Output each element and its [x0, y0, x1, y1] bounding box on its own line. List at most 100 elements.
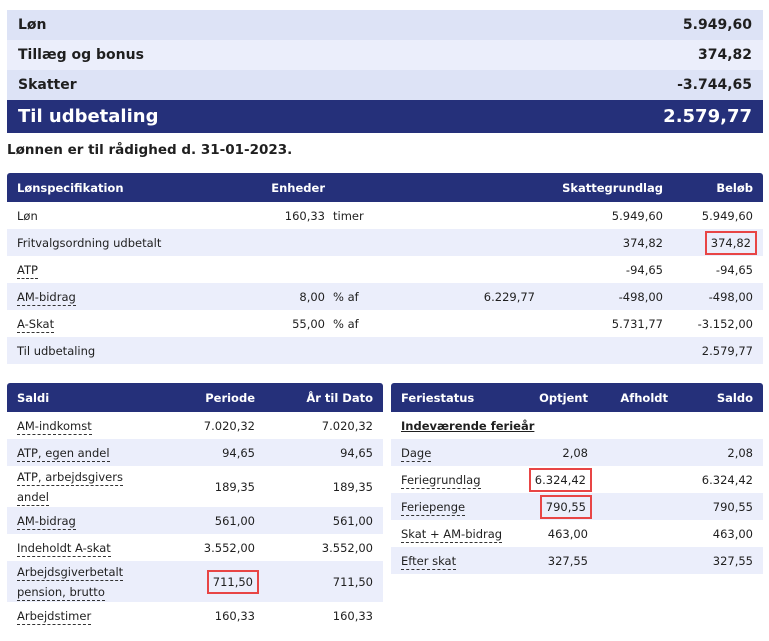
col-header: Periode — [205, 390, 255, 405]
balance: 327,55 — [712, 553, 753, 568]
summary-total-value: 2.579,77 — [663, 106, 752, 127]
col-header: Afholdt — [620, 390, 668, 405]
section-title-cell: Indeværende ferieår — [391, 419, 544, 433]
row-label-link[interactable]: Arbejdsgiverbetalt pension, brutto — [17, 564, 124, 601]
year-to-date: 711,50 — [332, 574, 373, 589]
row-label: Fritvalgsordning udbetalt — [17, 235, 162, 250]
row-label-cell: ATP — [7, 262, 207, 279]
col-header: Feriestatus — [401, 390, 475, 405]
table-row: Efter skat 327,55 327,55 — [391, 547, 763, 574]
period: 561,00 — [214, 513, 255, 528]
tax-base: -94,65 — [625, 262, 663, 277]
row-label-link[interactable]: AM-indkomst — [17, 418, 92, 435]
table-row: Feriepenge 790,55 790,55 — [391, 493, 763, 520]
row-label-link[interactable]: AM-bidrag — [17, 513, 76, 530]
col-header: Lønspecifikation — [17, 180, 124, 195]
row-label-cell: Efter skat — [391, 553, 516, 570]
row-label-cell: Feriepenge — [391, 499, 516, 516]
row-label-link[interactable]: ATP, egen andel — [17, 445, 110, 462]
tax-base: 5.731,77 — [611, 316, 663, 331]
units: 55,00 — [292, 316, 325, 331]
row-label-cell: ATP, egen andel — [7, 445, 147, 462]
row-label-link[interactable]: ATP, arbejdsgivers andel — [17, 469, 123, 506]
period: 7.020,32 — [203, 418, 255, 433]
row-label-link[interactable]: Skat + AM-bidrag — [401, 526, 503, 543]
row-label-cell: Arbejdstimer — [7, 608, 147, 625]
highlighted-earned: 790,55 — [539, 494, 593, 519]
row-label-cell: A-Skat — [7, 316, 207, 333]
row-label-cell: Indeholdt A-skat — [7, 540, 147, 557]
summary-row-salary: Løn 5.949,60 — [7, 10, 763, 40]
balance: 2,08 — [727, 445, 753, 460]
table-row: Feriegrundlag 6.324,42 6.324,42 — [391, 466, 763, 493]
summary-total-label: Til udbetaling — [18, 106, 159, 127]
row-label-cell: AM-bidrag — [7, 289, 207, 306]
table-header: Lønspecifikation Enheder Skattegrundlag … — [7, 173, 763, 202]
base: 6.229,77 — [483, 289, 535, 304]
balances-table: Saldi Periode År til Dato AM-indkomst 7.… — [7, 383, 383, 629]
col-header: Skattegrundlag — [562, 180, 663, 195]
earned: 327,55 — [547, 553, 588, 568]
row-label-cell: AM-bidrag — [7, 513, 147, 530]
table-row: AM-indkomst 7.020,32 7.020,32 — [7, 412, 383, 439]
summary-total: Til udbetaling 2.579,77 — [7, 100, 763, 133]
row-label-cell: Arbejdsgiverbetalt pension, brutto — [7, 562, 147, 602]
row-label-link[interactable]: A-Skat — [17, 316, 55, 333]
period-cell: 711,50 — [147, 569, 265, 594]
year-to-date: 561,00 — [332, 513, 373, 528]
col-header: Beløb — [716, 180, 753, 195]
section-row: Indeværende ferieår — [391, 412, 763, 439]
summary-value: -3.744,65 — [677, 77, 752, 93]
earned-cell: 790,55 — [516, 494, 598, 519]
row-label-link[interactable]: Feriegrundlag — [401, 472, 481, 489]
units: 160,33 — [284, 208, 325, 223]
tax-base: 374,82 — [622, 235, 663, 250]
row-label-link[interactable]: Feriepenge — [401, 499, 466, 516]
row-label-link[interactable]: AM-bidrag — [17, 289, 76, 306]
highlighted-period: 711,50 — [206, 569, 260, 594]
row-label-cell: Skat + AM-bidrag — [391, 526, 516, 543]
payslip-spec-table: Lønspecifikation Enheder Skattegrundlag … — [7, 173, 763, 364]
unit: timer — [333, 208, 364, 223]
units: 8,00 — [299, 289, 325, 304]
row-label: Til udbetaling — [17, 343, 96, 358]
table-row: AM-bidrag 561,00 561,00 — [7, 507, 383, 534]
balance: 463,00 — [712, 526, 753, 541]
table-row: Fritvalgsordning udbetalt 374,82 374,82 — [7, 229, 763, 256]
row-label-cell: ATP, arbejdsgivers andel — [7, 467, 147, 507]
table-row: Arbejdstimer 160,33 160,33 — [7, 602, 383, 629]
summary-row-bonus: Tillæg og bonus 374,82 — [7, 40, 763, 70]
row-label-link[interactable]: Arbejdstimer — [17, 608, 92, 625]
earned: 2,08 — [562, 445, 588, 460]
payout-summary: Løn 5.949,60 Tillæg og bonus 374,82 Skat… — [7, 10, 763, 133]
balance: 6.324,42 — [701, 472, 753, 487]
period: 94,65 — [222, 445, 255, 460]
table-row: ATP -94,65 -94,65 — [7, 256, 763, 283]
period: 3.552,00 — [203, 540, 255, 555]
summary-value: 374,82 — [697, 47, 752, 63]
row-label-link[interactable]: Dage — [401, 445, 432, 462]
table-row: ATP, arbejdsgivers andel 189,35 189,35 — [7, 466, 383, 507]
period: 160,33 — [214, 608, 255, 623]
balance: 790,55 — [712, 499, 753, 514]
summary-label: Tillæg og bonus — [18, 47, 144, 63]
table-row: Indeholdt A-skat 3.552,00 3.552,00 — [7, 534, 383, 561]
col-header: Saldi — [17, 390, 50, 405]
year-to-date: 7.020,32 — [321, 418, 373, 433]
year-to-date: 160,33 — [332, 608, 373, 623]
table-row: Skat + AM-bidrag 463,00 463,00 — [391, 520, 763, 547]
earned-cell: 6.324,42 — [516, 467, 598, 492]
table-row: A-Skat 55,00 % af 5.731,77 -3.152,00 — [7, 310, 763, 337]
summary-label: Løn — [18, 17, 47, 33]
table-row: Løn 160,33 timer 5.949,60 5.949,60 — [7, 202, 763, 229]
summary-value: 5.949,60 — [682, 17, 752, 33]
table-header: Feriestatus Optjent Afholdt Saldo — [391, 383, 763, 412]
col-header: År til Dato — [306, 390, 373, 405]
tax-base: -498,00 — [618, 289, 663, 304]
table-row: AM-bidrag 8,00 % af 6.229,77 -498,00 -49… — [7, 283, 763, 310]
highlighted-amount: 374,82 — [704, 230, 758, 255]
row-label-link[interactable]: Efter skat — [401, 553, 457, 570]
row-label: Løn — [17, 208, 38, 223]
row-label-link[interactable]: Indeholdt A-skat — [17, 540, 111, 557]
row-label-link[interactable]: ATP — [17, 262, 38, 279]
